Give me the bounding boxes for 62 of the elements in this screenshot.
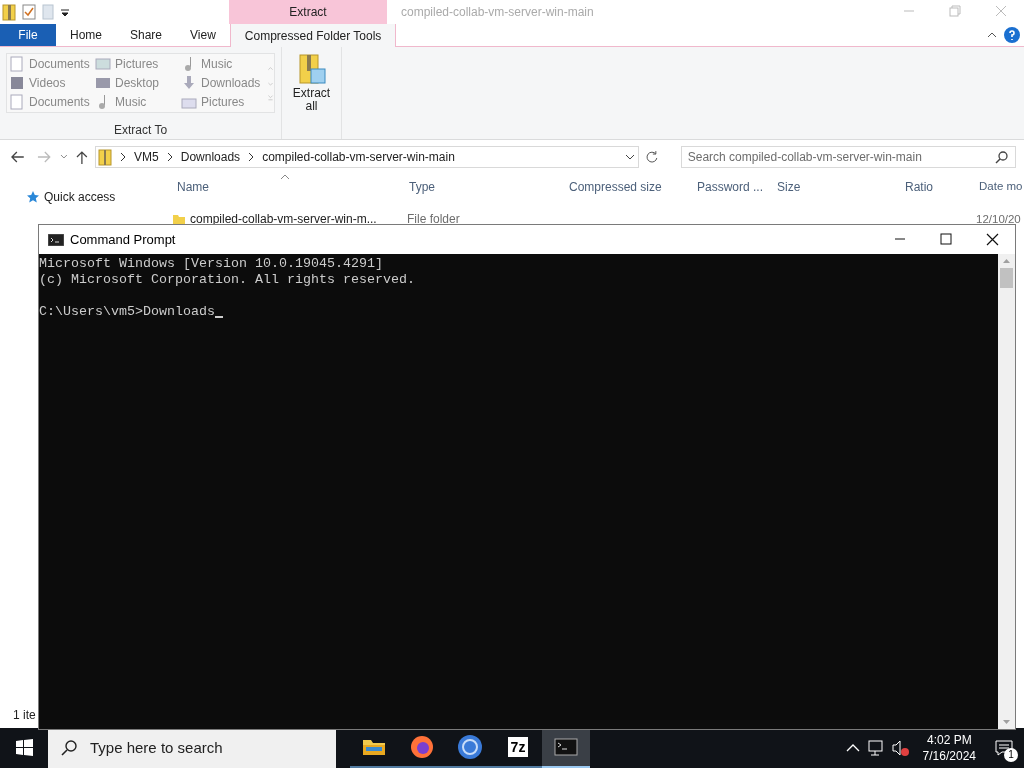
zip-folder-icon <box>296 53 327 87</box>
column-header[interactable]: Compressed size <box>560 178 688 196</box>
message-icon <box>995 740 1013 756</box>
chevron-right-icon <box>120 152 127 162</box>
breadcrumb-item[interactable]: VM5 <box>134 148 159 166</box>
context-tab-label: Extract <box>229 0 387 24</box>
music-note-icon <box>99 95 107 110</box>
column-header[interactable]: Size <box>768 178 896 196</box>
column-header[interactable]: Type <box>400 178 560 196</box>
extract-location[interactable]: Pictures <box>93 54 179 74</box>
file-date: 12/10/20 <box>976 212 1021 225</box>
ribbon-tab[interactable]: Compressed Folder Tools <box>229 24 397 47</box>
file-type: File folder <box>406 211 461 228</box>
breadcrumb-item[interactable]: compiled-collab-vm-server-win-main <box>262 148 455 166</box>
help-icon[interactable] <box>1004 27 1020 43</box>
column-header[interactable]: Name <box>168 178 400 196</box>
extract-location[interactable]: Pictures <box>179 92 267 112</box>
nav-item[interactable]: Quick access <box>44 188 116 206</box>
file-name[interactable]: compiled-collab-vm-server-win-m... <box>190 210 377 228</box>
ribbon-tab[interactable]: Share <box>116 24 177 46</box>
taskbar-app[interactable] <box>542 728 590 768</box>
ribbon-tab[interactable]: Home <box>56 24 116 46</box>
notification-badge: 1 <box>1004 748 1018 762</box>
console-text: C:\Users\vm5>Downloads <box>39 304 215 320</box>
properties-icon[interactable] <box>22 4 36 20</box>
taskbar-search-field[interactable]: Type here to search <box>48 728 336 768</box>
address-bar[interactable]: VM5 Downloads compiled-collab-vm-server-win-main <box>95 146 640 168</box>
zip-folder-icon <box>2 3 16 21</box>
console-text: (c) Microsoft Corporation. All rights reserved. <box>39 272 415 288</box>
status-text: 1 ite <box>13 707 36 724</box>
search-field[interactable]: Search compiled-collab-vm-server-win-main <box>680 146 1016 168</box>
ring-icon <box>456 733 484 761</box>
window-title: Command Prompt <box>70 230 177 249</box>
picture-icon <box>95 55 111 72</box>
up-arrow-icon[interactable] <box>75 149 90 165</box>
column-header[interactable]: Date mo <box>976 178 1024 196</box>
search-icon <box>60 739 78 757</box>
column-header[interactable]: Ratio <box>896 178 976 196</box>
music-note-icon <box>185 56 193 71</box>
console-text: Microsoft Windows [Version 10.0.19045.4291] <box>39 256 383 272</box>
search-icon <box>995 150 1009 164</box>
star-icon[interactable] <box>26 190 40 204</box>
ribbon-tab[interactable]: View <box>176 24 230 46</box>
refresh-icon[interactable] <box>645 150 659 164</box>
group-label: Extract To <box>112 122 169 139</box>
ribbon-tab[interactable]: File <box>0 24 56 46</box>
console-icon <box>48 233 64 246</box>
dropdown-icon[interactable] <box>60 7 70 17</box>
down-arrow-icon <box>181 75 197 91</box>
scrollbar[interactable] <box>998 254 1015 729</box>
notification-button[interactable]: 1 <box>984 728 1024 768</box>
scrollbar-thumb[interactable] <box>1000 268 1013 288</box>
window-title: compiled-collab-vm-server-win-main <box>400 4 595 21</box>
breadcrumb-item[interactable]: Downloads <box>180 148 241 166</box>
zip-folder-icon <box>98 148 113 166</box>
column-header[interactable]: Password ... <box>688 178 768 196</box>
clock[interactable]: 4:02 PM 7/16/2024 <box>914 732 984 764</box>
chevron-down-icon[interactable] <box>624 152 637 162</box>
text-cursor <box>214 316 223 318</box>
extract-all-button[interactable]: Extract all <box>290 53 333 119</box>
chevron-right-icon <box>166 152 173 162</box>
chevron-right-icon <box>248 152 255 162</box>
